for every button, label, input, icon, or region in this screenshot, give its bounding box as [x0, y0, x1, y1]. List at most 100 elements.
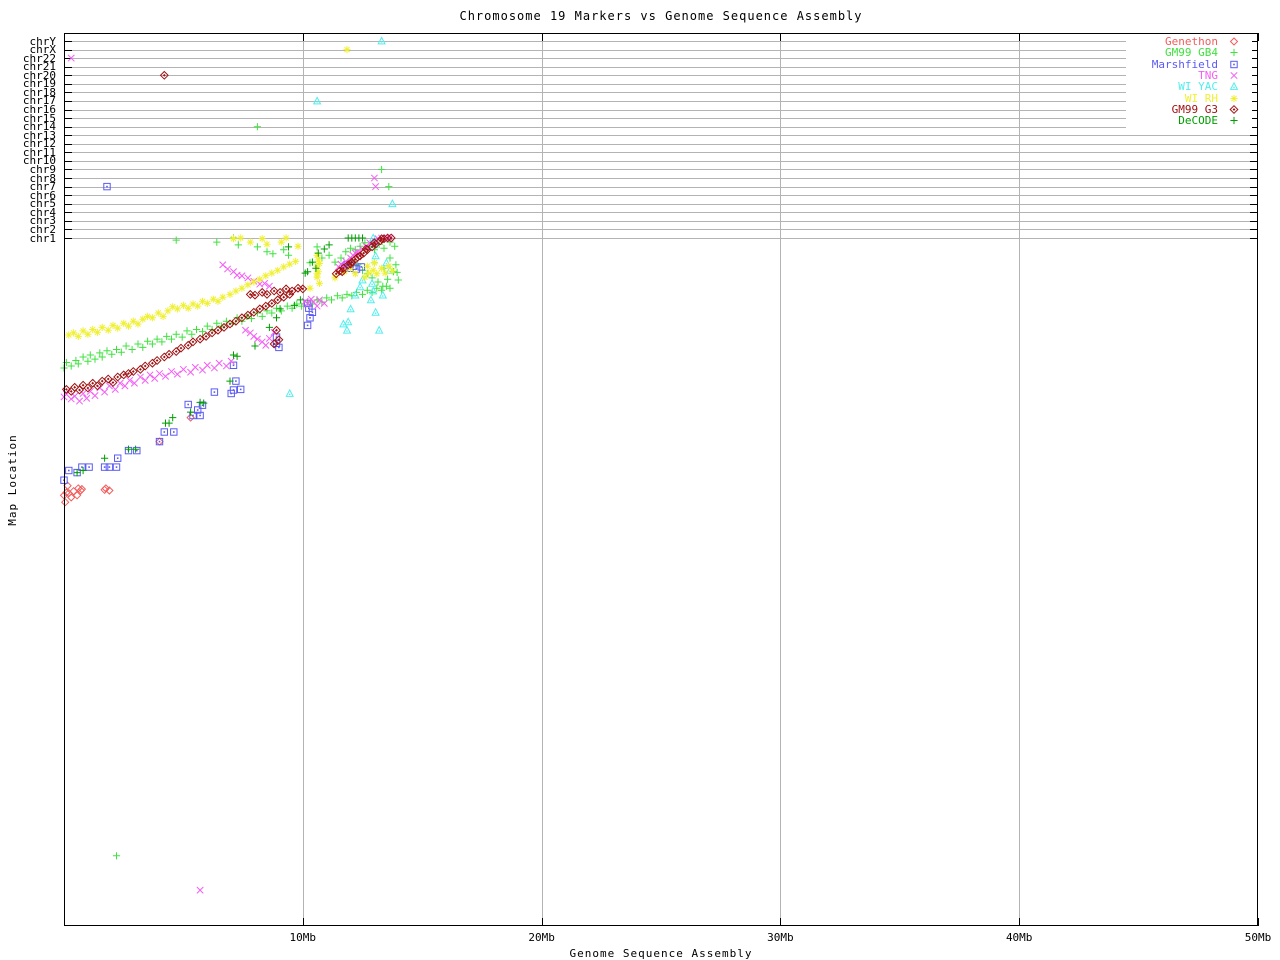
data-point [228, 358, 234, 364]
data-point [316, 280, 323, 287]
data-point [103, 347, 110, 354]
data-point [274, 267, 281, 274]
data-point [156, 370, 162, 376]
data-point [113, 852, 120, 859]
data-point [372, 309, 379, 316]
data-point [372, 183, 378, 189]
chromosome-row-points [68, 37, 396, 206]
data-point [84, 395, 90, 401]
data-point [125, 446, 132, 453]
data-point [165, 351, 173, 359]
legend-label: DeCODE [1178, 115, 1218, 126]
data-point [373, 270, 380, 277]
data-point [342, 248, 349, 255]
data-point [189, 338, 197, 346]
x-tick-label-20Mb: 20Mb [528, 932, 555, 943]
data-point [183, 327, 190, 334]
legend-label: WI YAC [1178, 81, 1218, 92]
data-point [104, 183, 110, 189]
data-point [171, 429, 177, 435]
data-point [87, 351, 94, 358]
data-point [328, 296, 335, 303]
series-decode [74, 234, 367, 476]
data-point [297, 296, 304, 303]
data-point [86, 464, 92, 470]
series-gm99-g3 [63, 234, 395, 395]
data-point [197, 887, 203, 893]
data-point [259, 235, 266, 242]
data-point [347, 305, 354, 312]
data-point [184, 342, 192, 350]
data-point [144, 313, 151, 320]
data-point [263, 248, 270, 255]
legend-marker-icon [1218, 70, 1248, 81]
data-point [137, 366, 145, 374]
data-point [314, 97, 321, 104]
data-point [106, 464, 112, 470]
data-point [204, 362, 210, 368]
data-point [70, 329, 77, 336]
legend-entry-wi-yac: WI YAC [1126, 81, 1252, 92]
data-point [263, 342, 269, 348]
data-point [283, 234, 290, 241]
data-point [391, 243, 398, 250]
data-point [68, 362, 75, 369]
data-point [188, 331, 195, 338]
data-point [168, 368, 174, 374]
data-point [337, 254, 344, 261]
data-point [314, 303, 320, 309]
data-point [314, 243, 321, 250]
data-point [343, 291, 350, 298]
legend-entry-decode: DeCODE [1126, 115, 1252, 126]
data-point [106, 383, 112, 389]
data-point [259, 313, 266, 320]
data-point [372, 252, 379, 259]
data-point [235, 241, 242, 248]
data-point [153, 357, 161, 365]
data-point [101, 464, 107, 470]
legend-marker-icon [1218, 59, 1248, 70]
data-point [392, 261, 399, 268]
chart-title: Chromosome 19 Markers vs Genome Sequence… [64, 9, 1258, 23]
data-point [192, 364, 198, 370]
data-point [141, 362, 149, 370]
series-wi-yac [286, 234, 393, 396]
data-point [238, 285, 245, 292]
chart-root: Chromosome 19 Markers vs Genome Sequence… [0, 0, 1280, 960]
data-point [378, 265, 385, 272]
data-point [160, 313, 167, 320]
data-point [114, 325, 121, 332]
data-point [233, 378, 239, 384]
data-point [180, 366, 186, 372]
data-point [277, 305, 284, 312]
data-point [369, 280, 376, 287]
data-point [251, 333, 257, 339]
data-point [185, 401, 191, 407]
data-point [71, 384, 79, 392]
data-point [101, 389, 107, 395]
x-tick-label-40Mb: 40Mb [1006, 932, 1033, 943]
data-point [238, 386, 244, 392]
legend: GenethonGM99 GB4MarshfieldTNGWI YACWI RH… [1126, 34, 1252, 128]
data-point [273, 314, 280, 321]
data-point [91, 356, 98, 363]
data-point [245, 275, 251, 281]
data-point [326, 252, 333, 259]
data-point [172, 348, 180, 356]
data-point [256, 276, 263, 283]
data-point [161, 353, 169, 361]
data-point [129, 346, 136, 353]
data-point [134, 447, 140, 453]
data-point [200, 400, 207, 407]
data-point [204, 300, 211, 307]
data-point [371, 259, 378, 266]
data-point [76, 398, 82, 404]
data-point [147, 372, 153, 378]
data-point [251, 342, 258, 349]
data-point [380, 245, 387, 252]
data-point [378, 166, 385, 173]
data-point [79, 381, 87, 389]
data-point [376, 327, 383, 334]
legend-label: WI RH [1185, 93, 1218, 104]
data-point [134, 340, 141, 347]
